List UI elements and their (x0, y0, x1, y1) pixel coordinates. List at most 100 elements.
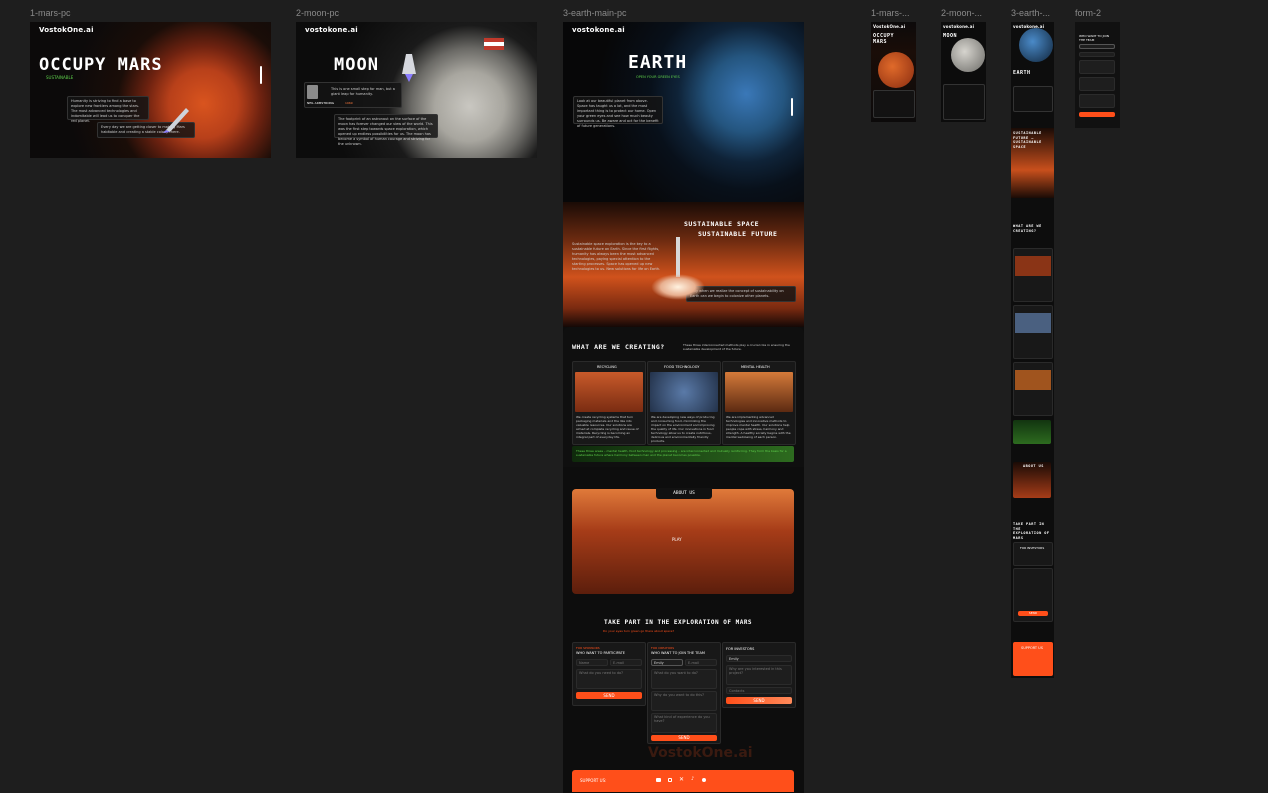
logo[interactable]: vostokone.ai (572, 26, 625, 34)
about-section: ABOUT US PLAY (572, 488, 794, 594)
mobile-about-section: ABOUT US (1013, 462, 1051, 498)
send-button[interactable]: SEND (1018, 611, 1048, 616)
mobile-card-mental[interactable] (1013, 362, 1053, 416)
creating-section: WHAT ARE WE CREATING? These three interc… (563, 327, 804, 467)
mobile-moon-title: MOON (943, 33, 958, 39)
card-mental-text: We are implementing advanced technologie… (726, 415, 791, 439)
earth-hero: vostokone.ai EARTH OPEN YOUR GREEN EYES … (563, 22, 804, 202)
instagram-icon[interactable] (668, 778, 672, 782)
contacts-input[interactable]: Contacts (726, 687, 792, 694)
question-input-3[interactable]: What kind of experience do you have? (651, 713, 717, 733)
question-input-1[interactable] (1079, 60, 1115, 74)
mars-mobile-frame[interactable]: VostokOne.ai OCCUPY MARS (871, 22, 916, 122)
frame-label-moon-mobile[interactable]: 2-moon-... (941, 8, 982, 18)
rocket-icon (402, 54, 416, 82)
mobile-sust-title: SUSTAINABLE FUTURE — SUSTAINABLE SPACE (1013, 131, 1042, 149)
sustainable-section: SUSTAINABLE SPACE SUSTAINABLE FUTURE Sus… (563, 202, 804, 327)
name-input[interactable] (1079, 44, 1115, 49)
support-bar: SUPPORT US: ✕ ♪ (572, 770, 794, 792)
send-button[interactable]: SEND (651, 735, 717, 741)
moon-mobile-frame[interactable]: vostokone.ai MOON (941, 22, 986, 122)
interest-input[interactable]: Why are you interested in this project? (726, 665, 792, 685)
card-recycling-image (575, 372, 643, 412)
creating-title: WHAT ARE WE CREATING? (572, 343, 665, 351)
card-food-label: FOOD TECHNOLOGY (664, 365, 700, 369)
mobile-support-block: SUPPORT US (1013, 642, 1053, 676)
form-sponsors-title: WHO WANT TO PARTICIPATE (576, 651, 625, 655)
earth-title: EARTH (628, 52, 688, 73)
question-input-1[interactable]: What do you want to do? (651, 669, 717, 689)
name-input[interactable]: Name (576, 659, 608, 666)
mars-text-card-1: Humanity is striving to find a base to e… (67, 96, 149, 123)
mars-pc-frame[interactable]: VostokOne.ai OCCUPY MARS SUSTAINABLE Hum… (30, 22, 271, 158)
mobile-form-investors: FOR INVESTORS (1013, 542, 1053, 566)
logo[interactable]: vostokone.ai (305, 26, 358, 34)
scroll-indicator[interactable] (260, 66, 262, 84)
moon-text-card: The footprint of an astronaut on the sur… (334, 114, 438, 146)
frame-label-form[interactable]: form-2 (1075, 8, 1101, 18)
question-input-2[interactable] (1079, 77, 1115, 91)
mobile-earth-title: EARTH (1013, 70, 1031, 76)
logo[interactable]: VostokOne.ai (39, 26, 94, 34)
logo[interactable]: vostokone.ai (943, 24, 974, 29)
card-food-technology[interactable]: FOOD TECHNOLOGY We are developing new wa… (647, 361, 721, 445)
question-input-2[interactable]: Why do you want to do this? (651, 691, 717, 711)
creating-subtitle: These three interconnected methods play … (683, 343, 790, 351)
sustainable-title-2: SUSTAINABLE FUTURE (698, 230, 778, 238)
sustainable-paragraph-1: Sustainable space exploration is the key… (572, 242, 661, 271)
name-input[interactable]: Emily (726, 655, 792, 662)
earth-subtitle: OPEN YOUR GREEN EYES (636, 75, 680, 79)
sustainable-paragraph-2: Only when we realize the concept of sust… (690, 289, 784, 298)
email-input[interactable]: E-mail (685, 659, 717, 666)
logo[interactable]: VostokOne.ai (873, 24, 905, 29)
question-input-3[interactable] (1079, 94, 1115, 108)
youtube-icon[interactable] (656, 778, 661, 782)
rocket-smoke (651, 274, 705, 300)
earth-pc-frame[interactable]: vostokone.ai EARTH OPEN YOUR GREEN EYES … (563, 22, 804, 793)
moon-quote-author: NEIL ARMSTRONG (307, 101, 335, 105)
mars-paragraph-1: Humanity is striving to find a base to e… (71, 99, 140, 123)
frame-label-earth-pc[interactable]: 3-earth-main-pc (563, 8, 627, 18)
message-input[interactable]: What do you need to do? (576, 669, 642, 689)
moon-paragraph: The footprint of an astronaut on the sur… (338, 117, 433, 146)
mars-planet-image (878, 52, 914, 88)
earth-planet-image (1019, 28, 1053, 62)
mobile-mars-card (873, 90, 915, 118)
card-recycling-text: We create recycling systems that turn pa… (576, 415, 639, 439)
card-recycling[interactable]: RECYCLING We create recycling systems th… (572, 361, 646, 445)
form-2-frame[interactable]: WHO WANT TO JOIN THE TEAM (1075, 22, 1120, 128)
frame-label-moon-pc[interactable]: 2-moon-pc (296, 8, 339, 18)
moon-pc-frame[interactable]: vostokone.ai MOON This is one small step… (296, 22, 537, 158)
mobile-form: SEND (1013, 568, 1053, 622)
mars-title: OCCUPY MARS (39, 55, 163, 75)
email-input[interactable]: E-mail (610, 659, 642, 666)
earth-paragraph: Look at our beautiful planet from above.… (577, 99, 659, 128)
name-input[interactable]: Emily (651, 659, 683, 666)
moon-quote: This is one small step for man, but a gi… (331, 87, 395, 96)
patreon-icon[interactable] (702, 778, 706, 782)
astronaut-flag-icon (484, 38, 504, 50)
form-investors-title: FOR INVESTORS (726, 647, 755, 651)
frame-label-earth-mobile[interactable]: 3-earth-... (1011, 8, 1050, 18)
mobile-card-food[interactable] (1013, 305, 1053, 359)
form-investors: FOR INVESTORS Emily Why are you interest… (722, 642, 796, 708)
x-icon[interactable]: ✕ (679, 776, 684, 783)
mobile-take-part-title: TAKE PART IN THE EXPLORATION OF MARS (1013, 522, 1050, 540)
earth-mobile-frame[interactable]: vostokone.ai EARTH SUSTAINABLE FUTURE — … (1011, 22, 1054, 678)
mobile-card-recycling[interactable] (1013, 248, 1053, 302)
scroll-indicator[interactable] (791, 98, 793, 116)
green-banner-text: These three areas – mental health, food … (576, 449, 787, 457)
email-input[interactable] (1079, 52, 1115, 57)
send-button[interactable] (1079, 112, 1115, 117)
frame-label-mars-mobile[interactable]: 1-mars-... (871, 8, 910, 18)
mobile-about-title: ABOUT US (1023, 464, 1044, 468)
frame-label-mars-pc[interactable]: 1-mars-pc (30, 8, 71, 18)
card-mental-health[interactable]: MENTAL HEALTH We are implementing advanc… (722, 361, 796, 445)
avatar (307, 85, 318, 99)
play-button[interactable]: PLAY (672, 537, 682, 542)
mobile-sust-section: SUSTAINABLE FUTURE — SUSTAINABLE SPACE (1011, 128, 1054, 198)
send-button[interactable]: SEND (576, 692, 642, 699)
send-button[interactable]: SEND (726, 697, 792, 704)
tiktok-icon[interactable]: ♪ (691, 776, 694, 782)
mobile-support-label: SUPPORT US (1021, 646, 1043, 650)
